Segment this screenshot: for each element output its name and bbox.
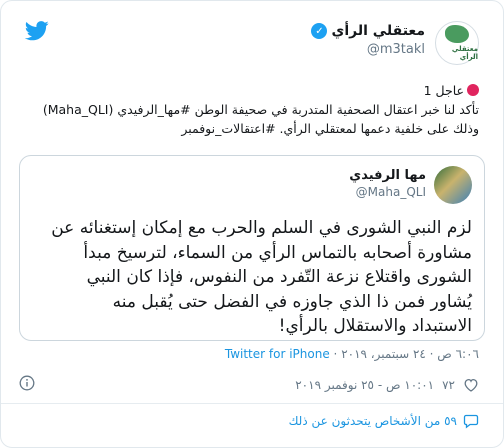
quoted-line-2: مشاورة أصحابه بالتماس الرأي من السماء، ل… [83, 242, 472, 263]
urgent-red-dot-icon [467, 84, 479, 96]
quoted-line-4: يُشاور فمن ذا الذي جاوزه في الفضل حتى يُ… [112, 291, 472, 312]
quoted-line-5: الاستبداد والاستقلال بالرأي! [278, 316, 472, 336]
tweet-header: معتقلي الرأي معتقلي الرأي ✓ @m3takl [25, 19, 479, 69]
footer-divider [1, 403, 503, 404]
twitter-bird-icon[interactable] [25, 21, 49, 41]
quoted-meta-time[interactable]: ٦:٠٦ ص · ٢٤ سبتمبر، ٢٠١٩ · [334, 347, 479, 361]
tweet-line-3: وذلك على خلفية دعمها لمعتقلي الرأي. #اعت… [181, 121, 479, 136]
avatar-map-shape [445, 25, 469, 43]
quoted-text: لزم النبي الشورى في السلم والحرب مع إمكا… [32, 216, 472, 339]
quoted-line-3: الشورى واقتلاع نزعة التّفرد من النفوس، ف… [86, 267, 472, 287]
tweet-timestamp[interactable]: ١٠:٠١ ص - ٢٥ نوفمبر ٢٠١٩ [295, 378, 434, 392]
account-display-name-row[interactable]: معتقلي الرأي ✓ [311, 23, 425, 39]
account-names: معتقلي الرأي ✓ @m3takl [311, 23, 425, 57]
like-count[interactable]: ٧٢ [442, 378, 455, 392]
tweet-line-2: تأكد لنا خبر اعتقال الصحفية المتدربة في … [42, 102, 479, 117]
conversation-footer[interactable]: ٥٩ من الأشخاص يتحدثون عن ذلك [289, 413, 479, 429]
tweet-stats: ٧٢ ١٠:٠١ ص - ٢٥ نوفمبر ٢٠١٩ [295, 375, 479, 395]
chat-bubble-icon [463, 414, 479, 429]
quoted-meta: ٦:٠٦ ص · ٢٤ سبتمبر، ٢٠١٩ · Twitter for i… [225, 347, 479, 361]
conversation-footer-text[interactable]: ٥٩ من الأشخاص يتحدثون عن ذلك [289, 414, 457, 428]
verified-badge-icon: ✓ [311, 23, 328, 39]
quoted-display-name[interactable]: مها الرفيدي [349, 168, 426, 183]
quoted-avatar[interactable] [434, 166, 472, 204]
account-handle[interactable]: @m3takl [311, 42, 425, 57]
quoted-tweet[interactable]: مها الرفيدي @Maha_QLI لزم النبي الشورى ف… [19, 155, 485, 341]
account-display-name[interactable]: معتقلي الرأي [331, 23, 425, 39]
quoted-handle[interactable]: @Maha_QLI [349, 185, 426, 199]
tweet-line-1-text: عاجل 1 [423, 83, 464, 98]
tweet-embed-card: معتقلي الرأي معتقلي الرأي ✓ @m3takl عاجل… [0, 0, 504, 448]
quoted-names: مها الرفيدي @Maha_QLI [349, 168, 426, 199]
quoted-meta-source[interactable]: Twitter for iPhone [225, 347, 330, 361]
tweet-line-1: عاجل 1 [25, 81, 479, 100]
tweet-text: عاجل 1 تأكد لنا خبر اعتقال الصحفية المتد… [25, 81, 479, 138]
info-icon[interactable] [19, 375, 35, 391]
heart-icon[interactable] [463, 377, 479, 393]
account-avatar[interactable]: معتقلي الرأي [435, 21, 479, 65]
avatar-text: معتقلي الرأي [451, 45, 478, 61]
quoted-line-1: لزم النبي الشورى في السلم والحرب مع إمكا… [51, 218, 472, 238]
